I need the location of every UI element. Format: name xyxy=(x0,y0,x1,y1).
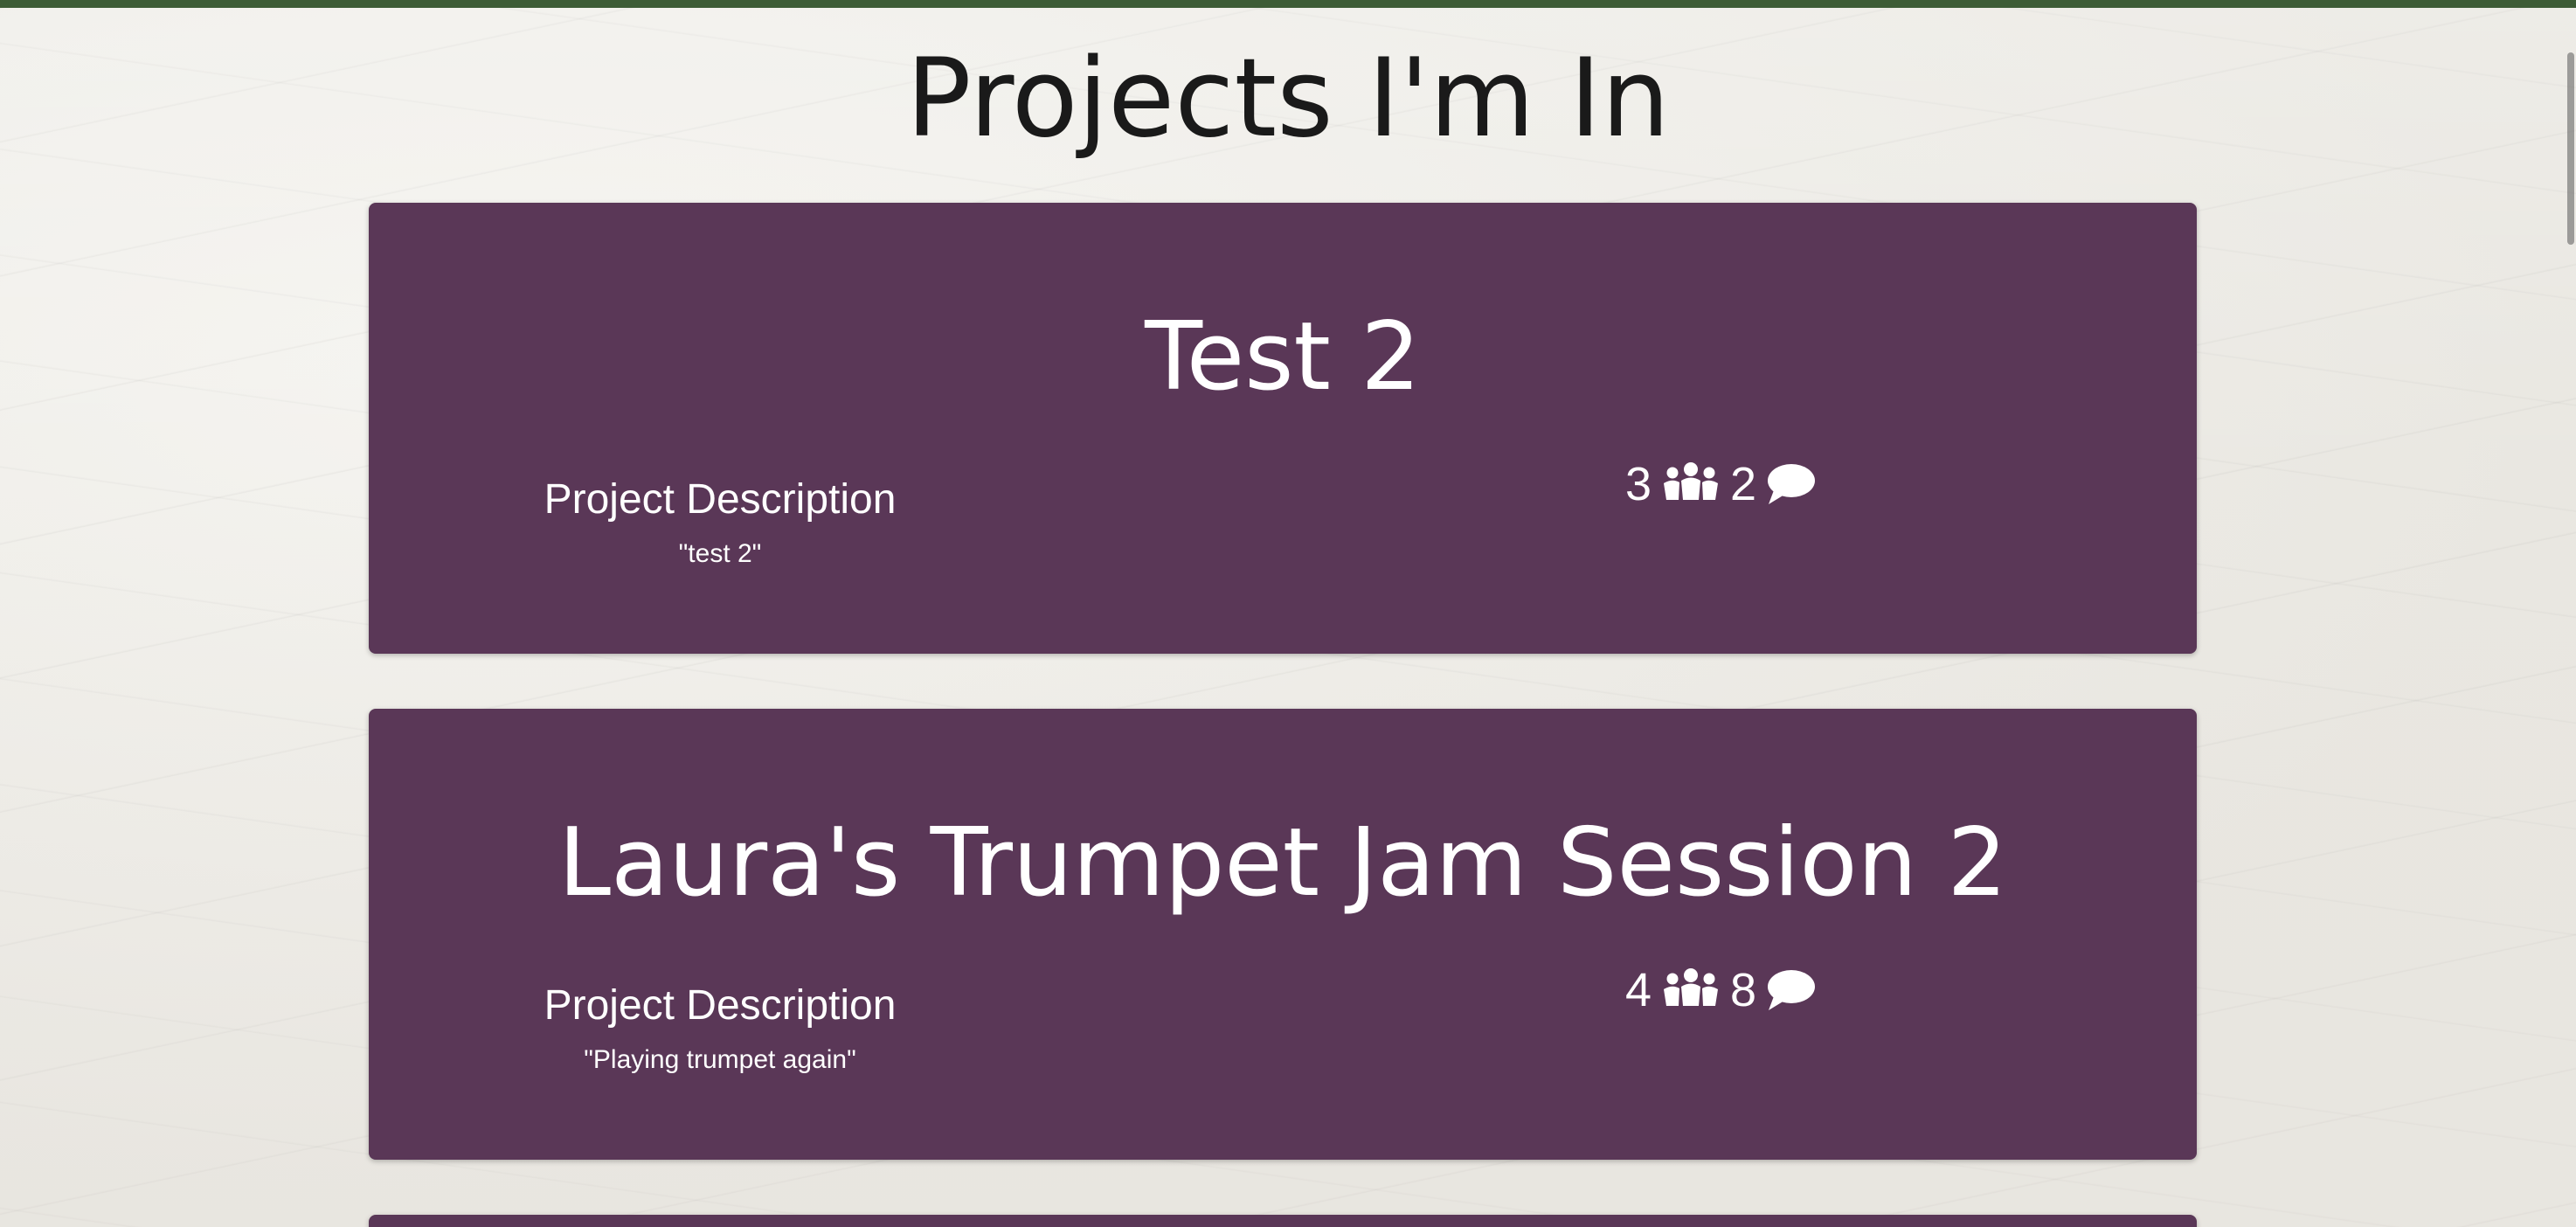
top-accent-bar xyxy=(0,0,2576,8)
project-description-heading: Project Description xyxy=(544,982,897,1029)
people-group-icon xyxy=(1660,461,1721,507)
member-count: 4 xyxy=(1625,964,1652,1016)
project-description-block: Project Description "Playing trumpet aga… xyxy=(523,980,918,1078)
project-title[interactable]: Test 2 xyxy=(369,301,2197,414)
project-card[interactable] xyxy=(369,1215,2197,1227)
member-count: 3 xyxy=(1625,458,1652,510)
speech-bubble-icon xyxy=(1765,462,1816,506)
project-description-block: Project Description "test 2" xyxy=(523,474,918,572)
people-group-icon xyxy=(1660,967,1721,1013)
comment-count: 2 xyxy=(1730,458,1757,510)
project-card[interactable]: Laura's Trumpet Jam Session 2 Project De… xyxy=(369,709,2197,1160)
project-description-text: "test 2" xyxy=(678,539,762,568)
project-stats: 3 2 xyxy=(1625,454,1816,515)
page-title: Projects I'm In xyxy=(905,36,1671,162)
project-card[interactable]: Test 2 Project Description "test 2" 3 2 xyxy=(369,203,2197,654)
speech-bubble-icon xyxy=(1765,968,1816,1012)
project-title[interactable]: Laura's Trumpet Jam Session 2 xyxy=(369,807,2197,920)
comment-count: 8 xyxy=(1730,964,1757,1016)
project-description-heading: Project Description xyxy=(544,476,897,523)
project-description-text: "Playing trumpet again" xyxy=(584,1045,856,1074)
project-stats: 4 8 xyxy=(1625,960,1816,1021)
